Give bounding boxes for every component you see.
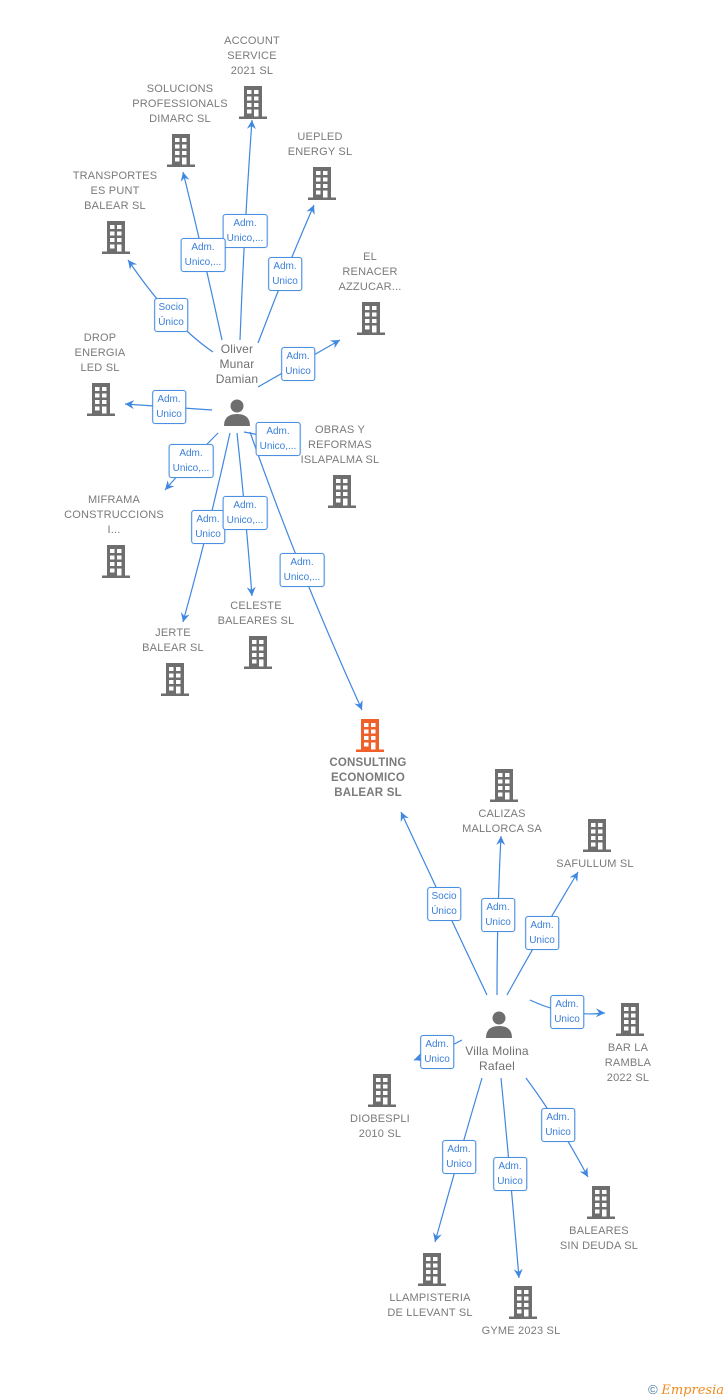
building-icon[interactable] bbox=[158, 662, 192, 701]
company-name[interactable]: TRANSPORTES ES PUNT BALEAR SL bbox=[50, 169, 180, 214]
company-name[interactable]: DIOBESPLI 2010 SL bbox=[315, 1112, 445, 1142]
company-name[interactable]: DROP ENERGIA LED SL bbox=[35, 331, 165, 376]
relationship-label[interactable]: Adm. Unico,... bbox=[222, 214, 268, 248]
relationship-label[interactable]: Socio Único bbox=[154, 298, 188, 332]
relationship-label[interactable]: Adm. Unico,... bbox=[180, 238, 226, 272]
person-icon[interactable] bbox=[484, 1010, 514, 1043]
building-icon[interactable] bbox=[353, 718, 387, 757]
relationship-label[interactable]: Adm. Unico bbox=[152, 390, 186, 424]
company-name[interactable]: EL RENACER AZZUCAR... bbox=[305, 250, 435, 295]
company-name[interactable]: SOLUCIONS PROFESSIONALS DIMARC SL bbox=[115, 82, 245, 127]
company-name[interactable]: CONSULTING ECONOMICO BALEAR SL bbox=[303, 756, 433, 801]
building-icon[interactable] bbox=[584, 1185, 618, 1224]
building-icon[interactable] bbox=[164, 133, 198, 172]
person-name[interactable]: Oliver Munar Damian bbox=[172, 342, 302, 387]
copyright-icon: © bbox=[648, 1382, 658, 1397]
empresia-logo[interactable]: Empresia bbox=[661, 1383, 724, 1398]
arrow-head-icon bbox=[569, 872, 578, 883]
relationship-label[interactable]: Adm. Unico,... bbox=[168, 444, 214, 478]
relationship-label[interactable]: Adm. Unico bbox=[268, 257, 302, 291]
relationship-label[interactable]: Adm. Unico,... bbox=[279, 553, 325, 587]
building-icon[interactable] bbox=[99, 544, 133, 583]
company-name[interactable]: CALIZAS MALLORCA SA bbox=[437, 807, 567, 837]
relationship-label[interactable]: Adm. Unico bbox=[550, 995, 584, 1029]
company-name[interactable]: MIFRAMA CONSTRUCCIONS I... bbox=[49, 493, 179, 538]
company-name[interactable]: ACCOUNT SERVICE 2021 SL bbox=[187, 34, 317, 79]
company-name[interactable]: CELESTE BALEARES SL bbox=[191, 599, 321, 629]
relationship-label[interactable]: Adm. Unico bbox=[481, 898, 515, 932]
company-name[interactable]: JERTE BALEAR SL bbox=[108, 626, 238, 656]
relationship-label[interactable]: Adm. Unico bbox=[442, 1140, 476, 1174]
building-icon[interactable] bbox=[613, 1002, 647, 1041]
building-icon[interactable] bbox=[354, 301, 388, 340]
building-icon[interactable] bbox=[487, 768, 521, 807]
building-icon[interactable] bbox=[241, 635, 275, 674]
building-icon[interactable] bbox=[84, 382, 118, 421]
relationship-label[interactable]: Adm. Unico bbox=[541, 1108, 575, 1142]
company-name[interactable]: SAFULLUM SL bbox=[530, 857, 660, 872]
relationship-label[interactable]: Adm. Unico bbox=[493, 1157, 527, 1191]
relationship-label[interactable]: Adm. Unico bbox=[191, 510, 225, 544]
company-name[interactable]: OBRAS Y REFORMAS ISLAPALMA SL bbox=[275, 423, 405, 468]
footer: © Empresia bbox=[648, 1382, 724, 1398]
company-name[interactable]: BALEARES SIN DEUDA SL bbox=[534, 1224, 664, 1254]
relationship-label[interactable]: Adm. Unico bbox=[525, 916, 559, 950]
building-icon[interactable] bbox=[506, 1285, 540, 1324]
building-icon[interactable] bbox=[325, 474, 359, 513]
person-name[interactable]: Villa Molina Rafael bbox=[432, 1044, 562, 1074]
building-icon[interactable] bbox=[415, 1252, 449, 1291]
relationship-label[interactable]: Socio Único bbox=[427, 887, 461, 921]
arrow-head-icon bbox=[128, 260, 138, 270]
company-name[interactable]: LLAMPISTERIA DE LLEVANT SL bbox=[365, 1291, 495, 1321]
building-icon[interactable] bbox=[580, 818, 614, 857]
arrow-head-icon bbox=[329, 340, 340, 349]
company-name[interactable]: UEPLED ENERGY SL bbox=[255, 130, 385, 160]
relationship-label[interactable]: Adm. Unico,... bbox=[222, 496, 268, 530]
building-icon[interactable] bbox=[99, 220, 133, 259]
building-icon[interactable] bbox=[305, 166, 339, 205]
company-name[interactable]: GYME 2023 SL bbox=[456, 1324, 586, 1339]
arrow-head-icon bbox=[595, 1008, 605, 1018]
company-name[interactable]: BAR LA RAMBLA 2022 SL bbox=[563, 1041, 693, 1086]
person-icon[interactable] bbox=[222, 398, 252, 431]
building-icon[interactable] bbox=[365, 1073, 399, 1112]
